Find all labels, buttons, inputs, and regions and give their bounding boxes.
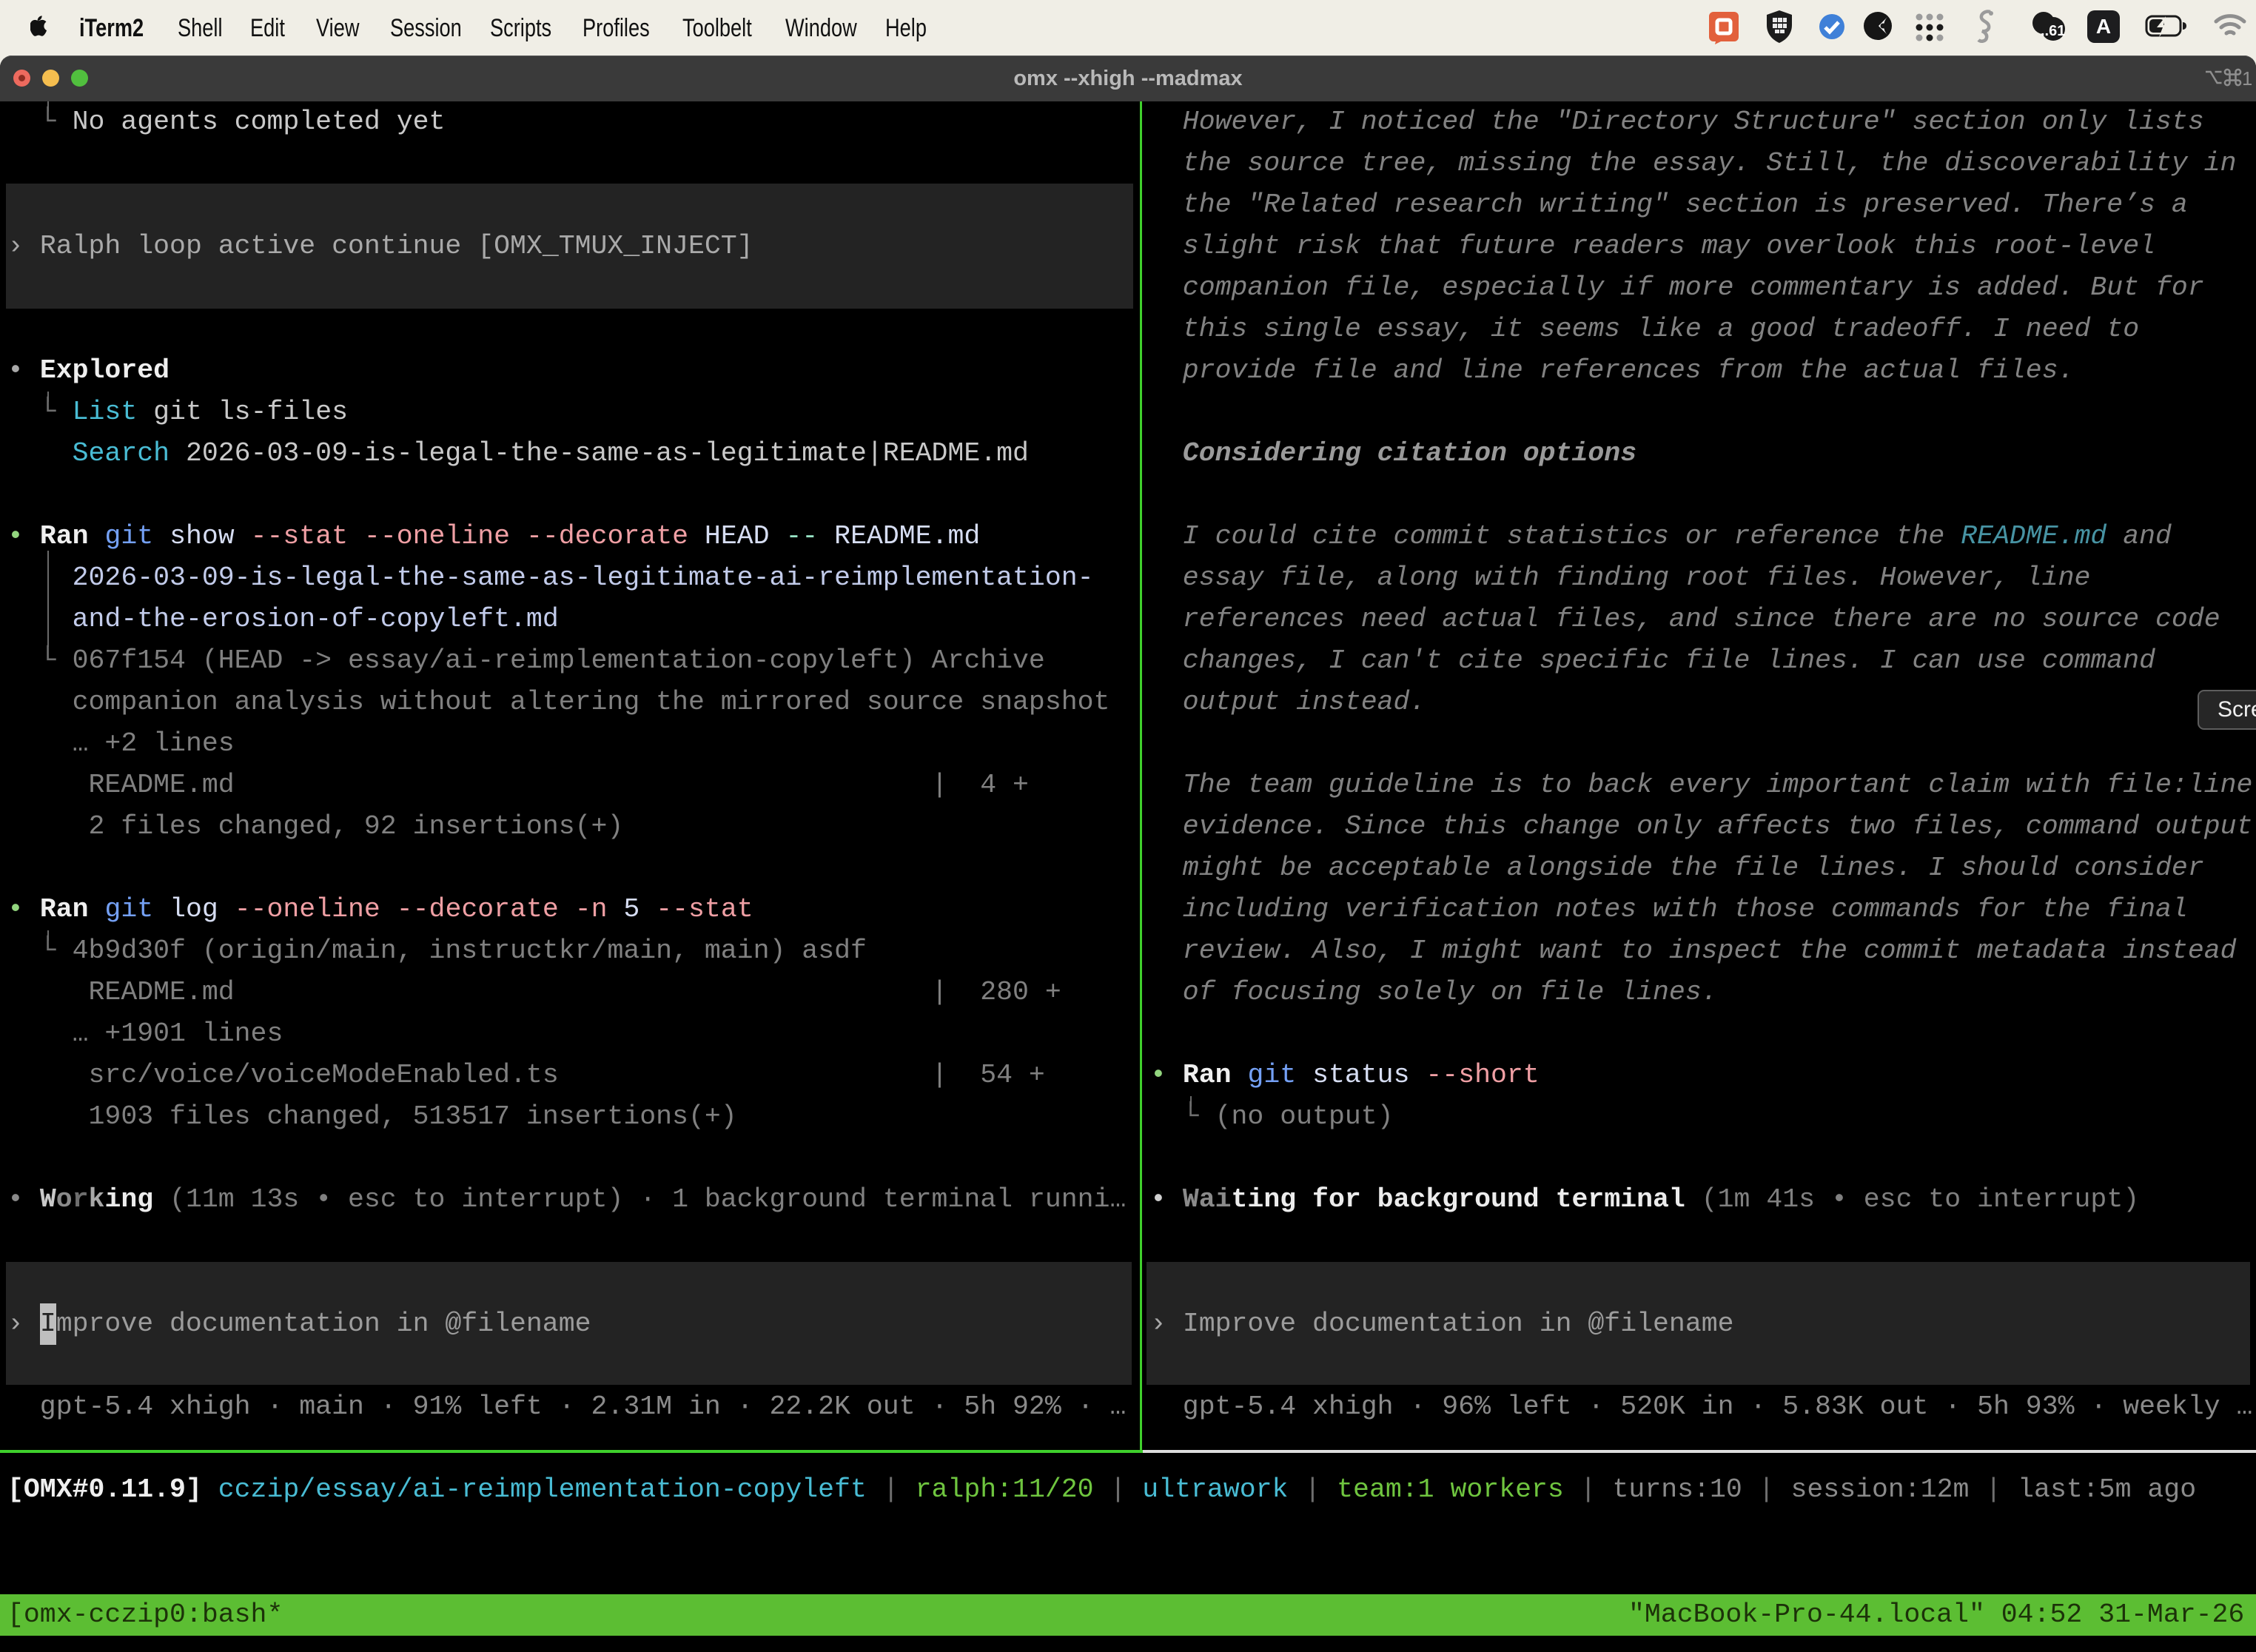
svg-text:1: 1 <box>2242 67 2252 90</box>
svg-text:..61: ..61 <box>2041 23 2065 39</box>
